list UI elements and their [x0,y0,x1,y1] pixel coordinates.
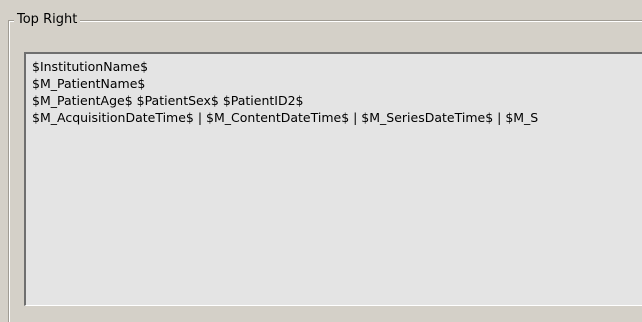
template-line-3: $M_PatientAge$ $PatientSex$ $PatientID2$ [32,93,304,108]
template-line-1: $InstitutionName$ [32,59,149,74]
overlay-settings-panel: Top Right $InstitutionName$ $M_PatientNa… [0,0,642,322]
top-right-template-textarea[interactable]: $InstitutionName$ $M_PatientName$ $M_Pat… [24,52,642,306]
template-line-4: $M_AcquisitionDateTime$ | $M_ContentDate… [32,110,539,125]
groupbox-title: Top Right [14,12,81,28]
template-line-2: $M_PatientName$ [32,76,146,91]
